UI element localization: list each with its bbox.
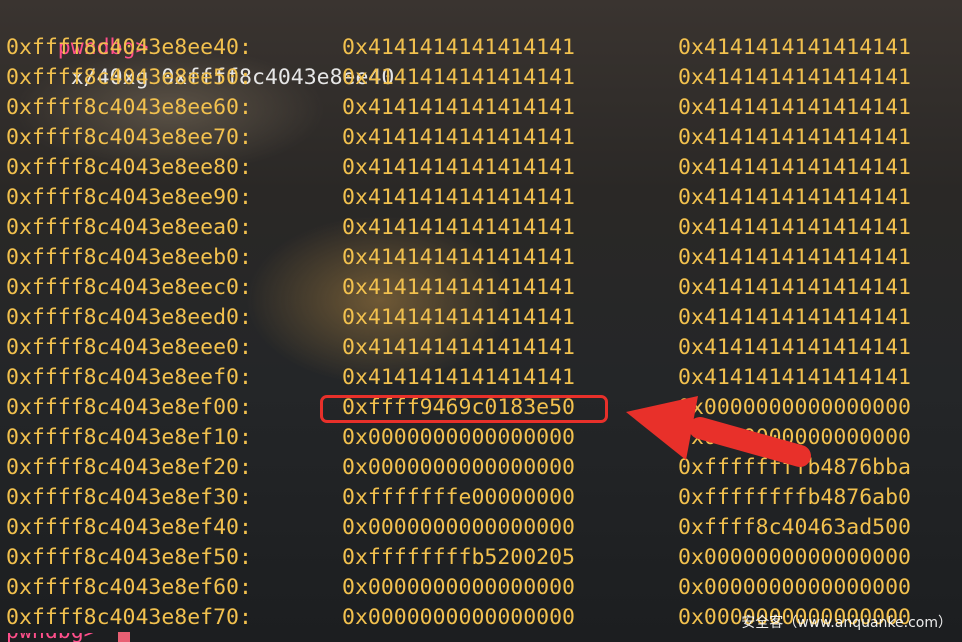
memory-address: 0xffff8c4043e8eec0: — [6, 275, 252, 300]
memory-value-1: 0xfffffffe00000000 — [342, 485, 575, 510]
watermark: 安全客（www.anquanke.com） — [741, 615, 952, 631]
memory-address: 0xffff8c4043e8ee70: — [6, 125, 252, 150]
memory-value-2: 0x0000000000000000 — [678, 545, 911, 570]
memory-value-2: 0x4141414141414141 — [678, 305, 911, 330]
memory-address: 0xffff8c4043e8ee50: — [6, 65, 252, 90]
memory-value-1: 0x0000000000000000 — [342, 575, 575, 600]
memory-value-1: 0x4141414141414141 — [342, 215, 575, 240]
memory-value-1: 0x4141414141414141 — [342, 35, 575, 60]
memory-address: 0xffff8c4043e8ef30: — [6, 485, 252, 510]
memory-row: 0xffff8c4043e8eec0: 0x4141414141414141 0x4… — [6, 273, 946, 303]
memory-row: 0xffff8c4043e8eeb0: 0x4141414141414141 0x4… — [6, 243, 946, 273]
memory-row: 0xffff8c4043e8ef40: 0x0000000000000000 0xf… — [6, 513, 946, 543]
memory-value-2: 0x4141414141414141 — [678, 155, 911, 180]
memory-address: 0xffff8c4043e8eea0: — [6, 215, 252, 240]
memory-address: 0xffff8c4043e8eee0: — [6, 335, 252, 360]
command-line: pwndbg> x/40xg 0xffff8c4043e8ee40 — [6, 3, 395, 90]
memory-value-1: 0x0000000000000000 — [342, 515, 575, 540]
memory-value-1: 0x4141414141414141 — [342, 305, 575, 330]
memory-value-2: 0xffff8c40463ad500 — [678, 515, 911, 540]
memory-value-1: 0x4141414141414141 — [342, 65, 575, 90]
memory-address: 0xffff8c4043e8eed0: — [6, 305, 252, 330]
memory-value-1: 0x4141414141414141 — [342, 245, 575, 270]
memory-address: 0xffff8c4043e8ef10: — [6, 425, 252, 450]
memory-value-2: 0x0000000000000000 — [678, 575, 911, 600]
memory-value-1: 0x0000000000000000 — [342, 455, 575, 480]
memory-value-1: 0x4141414141414141 — [342, 185, 575, 210]
memory-value-2: 0x4141414141414141 — [678, 335, 911, 360]
memory-value-1: 0x4141414141414141 — [342, 125, 575, 150]
memory-row: 0xffff8c4043e8ef50: 0xffffffffb5200205 0x0… — [6, 543, 946, 573]
memory-value-2: 0x0000000000000000 — [678, 395, 911, 420]
terminal-cursor — [118, 632, 130, 642]
memory-address: 0xffff8c4043e8ef70: — [6, 605, 252, 630]
memory-row: 0xffff8c4043e8ee60: 0x4141414141414141 0x4… — [6, 93, 946, 123]
memory-value-1: 0xffffffffb5200205 — [342, 545, 575, 570]
memory-address: 0xffff8c4043e8ee90: — [6, 185, 252, 210]
memory-value-2: 0x4141414141414141 — [678, 275, 911, 300]
next-prompt: pwndbg> — [6, 633, 97, 642]
memory-address: 0xffff8c4043e8ee80: — [6, 155, 252, 180]
memory-row: 0xffff8c4043e8ef10: 0x0000000000000000 0x0… — [6, 423, 946, 453]
memory-value-2: 0x4141414141414141 — [678, 245, 911, 270]
memory-row: 0xffff8c4043e8eea0: 0x4141414141414141 0x4… — [6, 213, 946, 243]
memory-value-2: 0x4141414141414141 — [678, 185, 911, 210]
memory-value-1: 0x4141414141414141 — [342, 365, 575, 390]
memory-value-1: 0x4141414141414141 — [342, 95, 575, 120]
memory-value-2: 0x0000000000000000 — [678, 425, 911, 450]
memory-value-1: 0x4141414141414141 — [342, 155, 575, 180]
memory-address: 0xffff8c4043e8eef0: — [6, 365, 252, 390]
memory-value-1: 0x0000000000000000 — [342, 425, 575, 450]
memory-value-2: 0x4141414141414141 — [678, 215, 911, 240]
memory-row: 0xffff8c4043e8eee0: 0x4141414141414141 0x4… — [6, 333, 946, 363]
memory-value-2: 0x4141414141414141 — [678, 125, 911, 150]
memory-value-1: 0x4141414141414141 — [342, 275, 575, 300]
memory-row: 0xffff8c4043e8ee70: 0x4141414141414141 0x4… — [6, 123, 946, 153]
memory-row: 0xffff8c4043e8ee90: 0x4141414141414141 0x4… — [6, 183, 946, 213]
memory-value-2: 0x4141414141414141 — [678, 65, 911, 90]
memory-address: 0xffff8c4043e8ee40: — [6, 35, 252, 60]
memory-address: 0xffff8c4043e8eeb0: — [6, 245, 252, 270]
memory-row: 0xffff8c4043e8ef20: 0x0000000000000000 0xf… — [6, 453, 946, 483]
memory-row: 0xffff8c4043e8ee40: 0x4141414141414141 0x4… — [6, 33, 946, 63]
memory-address: 0xffff8c4043e8ef40: — [6, 515, 252, 540]
memory-value-2: 0x4141414141414141 — [678, 365, 911, 390]
memory-row: 0xffff8c4043e8ee50: 0x4141414141414141 0x4… — [6, 63, 946, 93]
highlight-box — [320, 395, 608, 423]
memory-address: 0xffff8c4043e8ee60: — [6, 95, 252, 120]
memory-address: 0xffff8c4043e8ef00: — [6, 395, 252, 420]
terminal-window[interactable]: pwndbg> x/40xg 0xffff8c4043e8ee40 0xffff… — [0, 0, 962, 642]
memory-value-1: 0x4141414141414141 — [342, 335, 575, 360]
memory-value-2: 0xffffffffb4876ab0 — [678, 485, 911, 510]
memory-address: 0xffff8c4043e8ef60: — [6, 575, 252, 600]
memory-row: 0xffff8c4043e8ef60: 0x0000000000000000 0x0… — [6, 573, 946, 603]
memory-row: 0xffff8c4043e8ee80: 0x4141414141414141 0x4… — [6, 153, 946, 183]
memory-row: 0xffff8c4043e8ef30: 0xfffffffe00000000 0xf… — [6, 483, 946, 513]
memory-address: 0xffff8c4043e8ef20: — [6, 455, 252, 480]
memory-address: 0xffff8c4043e8ef50: — [6, 545, 252, 570]
memory-row: 0xffff8c4043e8eef0: 0x4141414141414141 0x4… — [6, 363, 946, 393]
memory-value-2: 0xffffffffb4876bba — [678, 455, 911, 480]
memory-value-2: 0x4141414141414141 — [678, 35, 911, 60]
memory-value-2: 0x4141414141414141 — [678, 95, 911, 120]
memory-value-1: 0x0000000000000000 — [342, 605, 575, 630]
memory-row: 0xffff8c4043e8eed0: 0x4141414141414141 0x4… — [6, 303, 946, 333]
